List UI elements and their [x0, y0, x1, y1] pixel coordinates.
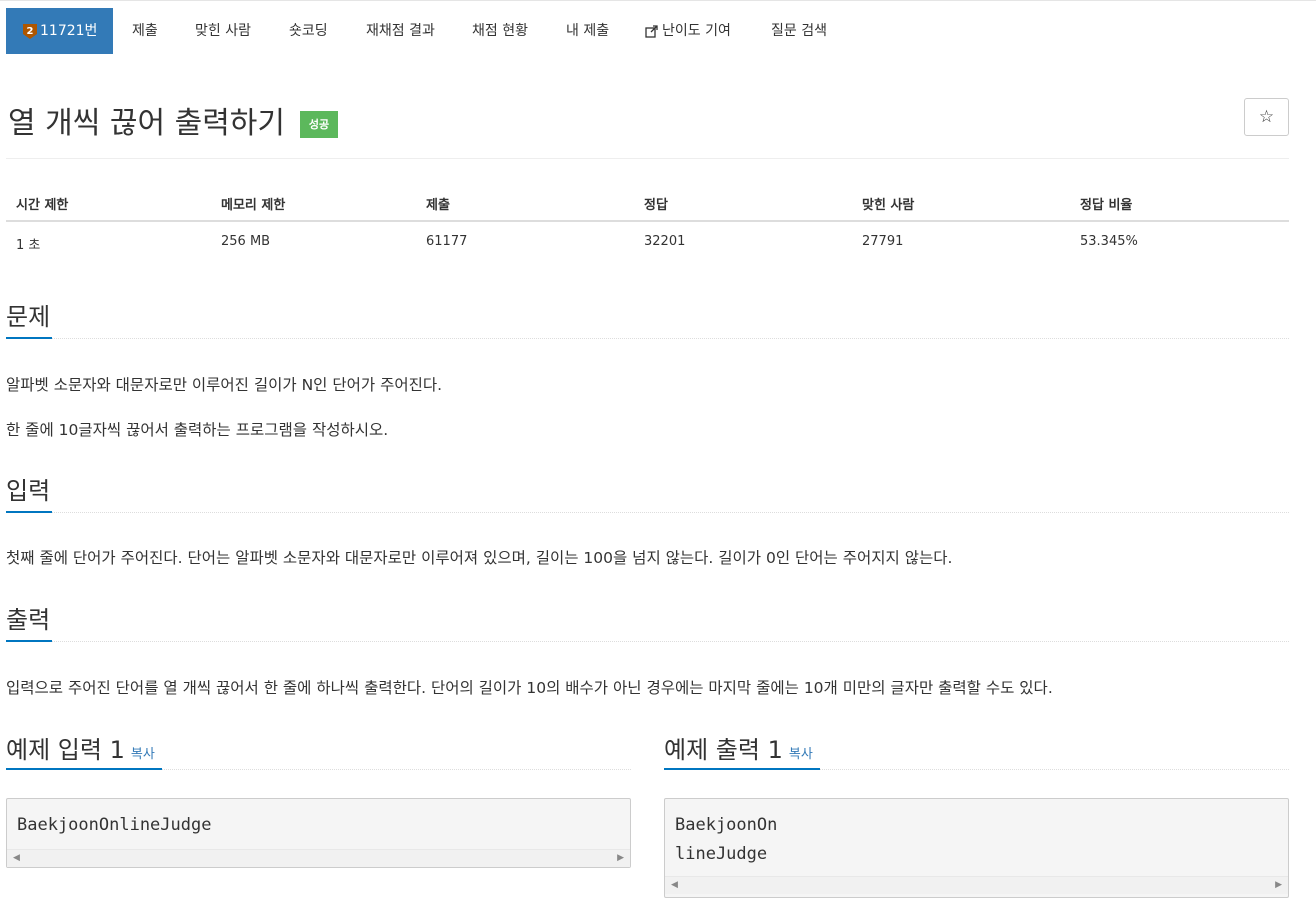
sample-input-text: BaekjoonOnlineJudge — [17, 815, 212, 835]
info-value-time: 1 초 — [16, 238, 41, 253]
scroll-left-icon[interactable]: ◀ — [13, 853, 20, 863]
nav-question-search[interactable]: 질문 검색 — [771, 8, 827, 54]
nav-difficulty-label: 난이도 기여 — [662, 23, 731, 39]
info-header-memory: 메모리 제한 — [221, 198, 286, 213]
sample-input-box[interactable]: BaekjoonOnlineJudge ◀ ▶ — [6, 798, 631, 868]
copy-sample-output-link[interactable]: 복사 — [789, 747, 813, 762]
section-heading-description: 문제 — [6, 303, 51, 331]
input-description: 첫째 줄에 단어가 주어진다. 단어는 알파벳 소문자와 대문자로만 이루어져 … — [6, 549, 953, 567]
info-value-solvers: 27791 — [862, 234, 904, 249]
info-value-memory: 256 MB — [221, 234, 271, 249]
scroll-right-icon[interactable]: ▶ — [617, 853, 624, 863]
external-link-icon — [645, 24, 658, 38]
sample-output-box[interactable]: BaekjoonOn lineJudge ◀ ▶ — [664, 798, 1289, 898]
info-header-accepted: 정답 — [644, 198, 668, 213]
section-underline — [6, 640, 52, 642]
tier-badge-icon: 2 — [23, 24, 37, 39]
nav-solved-users[interactable]: 맞힌 사람 — [195, 8, 251, 54]
info-header-submissions: 제출 — [426, 198, 450, 213]
info-value-submissions: 61177 — [426, 234, 468, 249]
nav-short-coding[interactable]: 숏코딩 — [289, 8, 328, 54]
sample-output-title: 예제 출력 1 — [664, 736, 783, 764]
page-title: 열 개씩 끊어 출력하기 — [8, 106, 286, 141]
section-divider — [6, 338, 1289, 339]
sample-output-text: BaekjoonOn lineJudge — [675, 815, 778, 864]
output-description: 입력으로 주어진 단어를 열 개씩 끊어서 한 줄에 하나씩 출력한다. 단어의… — [6, 679, 1053, 697]
section-heading-input: 입력 — [6, 477, 51, 505]
section-divider — [6, 641, 1289, 642]
nav-my-submissions[interactable]: 내 제출 — [566, 8, 609, 54]
section-heading-output: 출력 — [6, 606, 51, 634]
description-paragraph-2: 한 줄에 10글자씩 끊어서 출력하는 프로그램을 작성하시오. — [6, 421, 389, 439]
info-header-solvers: 맞힌 사람 — [862, 198, 915, 213]
scroll-left-icon[interactable]: ◀ — [671, 880, 678, 890]
status-badge: 성공 — [300, 111, 338, 138]
nav-problem-id[interactable]: 2 11721번 — [6, 8, 113, 54]
svg-text:2: 2 — [27, 26, 34, 37]
horizontal-scrollbar[interactable]: ◀ ▶ — [7, 849, 630, 867]
description-paragraph-1: 알파벳 소문자와 대문자로만 이루어진 길이가 N인 단어가 주어진다. — [6, 376, 443, 394]
sample-input-heading: 예제 입력 1 복사 — [6, 730, 155, 765]
table-header-divider — [6, 220, 1289, 222]
title-divider — [6, 158, 1289, 159]
section-underline — [6, 511, 52, 513]
section-divider — [6, 512, 1289, 513]
section-underline — [6, 337, 52, 339]
section-underline — [6, 768, 162, 770]
info-header-ratio: 정답 비율 — [1080, 198, 1133, 213]
horizontal-scrollbar[interactable]: ◀ ▶ — [665, 876, 1288, 894]
favorite-star-button[interactable]: ☆ — [1244, 98, 1289, 136]
sample-output-heading: 예제 출력 1 복사 — [664, 730, 813, 765]
problem-id-label: 11721번 — [40, 23, 98, 39]
nav-judge-status[interactable]: 채점 현황 — [472, 8, 528, 54]
nav-submit[interactable]: 제출 — [132, 8, 158, 54]
scroll-right-icon[interactable]: ▶ — [1275, 880, 1282, 890]
star-icon: ☆ — [1258, 107, 1275, 127]
copy-sample-input-link[interactable]: 복사 — [131, 747, 155, 762]
nav-rejudge-results[interactable]: 재채점 결과 — [366, 8, 435, 54]
problem-menu: 2 11721번 제출 맞힌 사람 숏코딩 재채점 결과 채점 현황 내 제출 … — [0, 0, 1316, 54]
info-value-ratio: 53.345% — [1080, 234, 1138, 249]
section-underline — [664, 768, 820, 770]
sample-input-title: 예제 입력 1 — [6, 736, 125, 764]
info-value-accepted: 32201 — [644, 234, 686, 249]
nav-difficulty-contrib[interactable]: 난이도 기여 — [645, 8, 731, 54]
info-header-time: 시간 제한 — [16, 198, 69, 213]
